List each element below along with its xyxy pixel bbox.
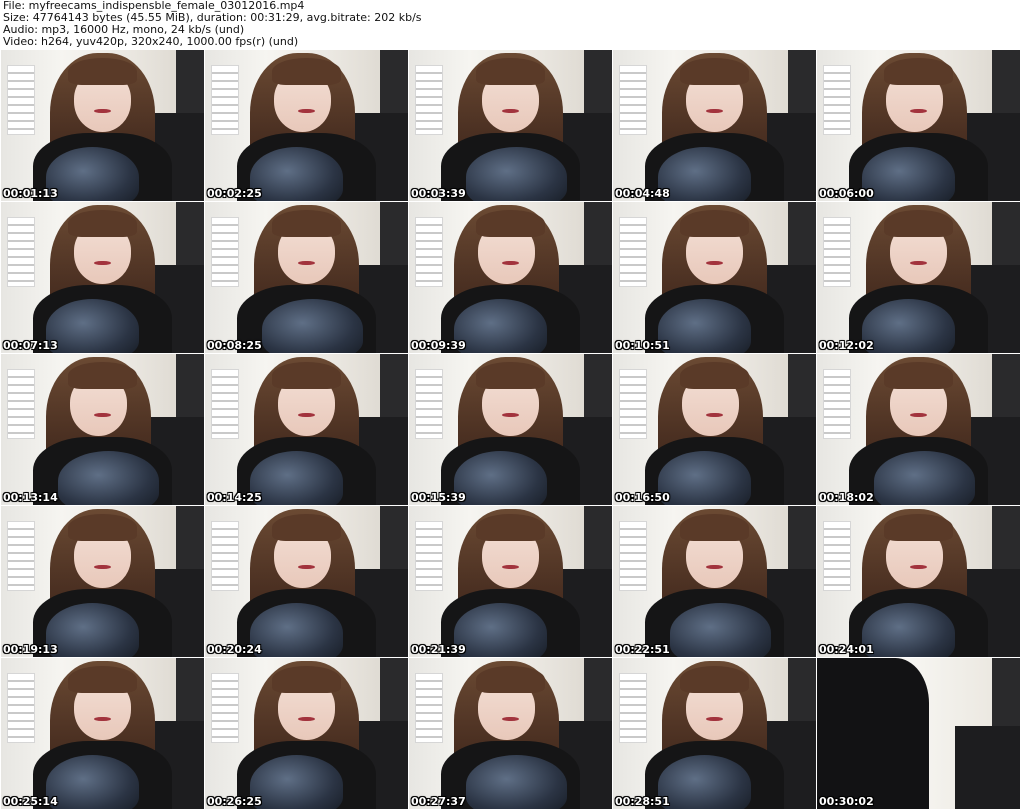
thumbnail-image: [409, 202, 612, 353]
thumbnail-image: [409, 354, 612, 505]
thumbnail-image: [1, 354, 204, 505]
video-thumbnail: 00:09:39: [409, 202, 612, 353]
thumbnail-timestamp: 00:06:00: [819, 187, 874, 200]
thumbnail-image: [817, 50, 1020, 201]
thumbnail-timestamp: 00:01:13: [3, 187, 58, 200]
thumbnail-image: [613, 658, 816, 809]
video-thumbnail: 00:20:24: [205, 506, 408, 657]
video-thumbnail: 00:12:02: [817, 202, 1020, 353]
thumbnail-timestamp: 00:03:39: [411, 187, 466, 200]
thumbnail-timestamp: 00:20:24: [207, 643, 262, 656]
video-thumbnail: 00:01:13: [1, 50, 204, 201]
video-thumbnail: 00:04:48: [613, 50, 816, 201]
thumbnail-grid: 00:01:13 00:02:25 00:03:39 00:04:48 00:06:00…: [1, 50, 1021, 810]
thumbnail-image: [205, 506, 408, 657]
video-thumbnail: 00:25:14: [1, 658, 204, 809]
thumbnail-timestamp: 00:30:02: [819, 795, 874, 808]
thumbnail-timestamp: 00:15:39: [411, 491, 466, 504]
thumbnail-timestamp: 00:22:51: [615, 643, 670, 656]
thumbnail-image: [613, 506, 816, 657]
video-thumbnail: 00:07:13: [1, 202, 204, 353]
thumbnail-image: [613, 354, 816, 505]
thumbnail-image: [205, 50, 408, 201]
video-thumbnail: 00:13:14: [1, 354, 204, 505]
thumbnail-timestamp: 00:16:50: [615, 491, 670, 504]
video-thumbnail: 00:15:39: [409, 354, 612, 505]
thumbnail-image: [817, 354, 1020, 505]
thumbnail-timestamp: 00:26:25: [207, 795, 262, 808]
video-thumbnail: 00:02:25: [205, 50, 408, 201]
video-thumbnail: 00:30:02: [817, 658, 1020, 809]
thumbnail-timestamp: 00:25:14: [3, 795, 58, 808]
thumbnail-timestamp: 00:07:13: [3, 339, 58, 352]
thumbnail-image: [1, 50, 204, 201]
video-thumbnail: 00:06:00: [817, 50, 1020, 201]
thumbnail-timestamp: 00:09:39: [411, 339, 466, 352]
video-thumbnail: 00:26:25: [205, 658, 408, 809]
video-thumbnail: 00:10:51: [613, 202, 816, 353]
thumbnail-timestamp: 00:12:02: [819, 339, 874, 352]
thumbnail-image: [613, 50, 816, 201]
video-thumbnail: 00:14:25: [205, 354, 408, 505]
thumbnail-timestamp: 00:04:48: [615, 187, 670, 200]
thumbnail-image: [817, 506, 1020, 657]
video-thumbnail: 00:22:51: [613, 506, 816, 657]
video-thumbnail: 00:24:01: [817, 506, 1020, 657]
thumbnail-image: [1, 658, 204, 809]
video-thumbnail: 00:03:39: [409, 50, 612, 201]
thumbnail-image: [1, 506, 204, 657]
thumbnail-timestamp: 00:08:25: [207, 339, 262, 352]
video-thumbnail: 00:21:39: [409, 506, 612, 657]
file-info-header: File: myfreecams_indispensble_female_030…: [3, 0, 1021, 50]
thumbnail-image: [205, 354, 408, 505]
thumbnail-image: [1, 202, 204, 353]
thumbnail-timestamp: 00:24:01: [819, 643, 874, 656]
thumbnail-image: [205, 658, 408, 809]
video-thumbnail: 00:27:37: [409, 658, 612, 809]
thumbnail-image: [409, 506, 612, 657]
thumbnail-timestamp: 00:28:51: [615, 795, 670, 808]
thumbnail-image: [205, 202, 408, 353]
thumbnail-timestamp: 00:10:51: [615, 339, 670, 352]
thumbnail-image: [409, 658, 612, 809]
thumbnail-image: [613, 202, 816, 353]
thumbnail-timestamp: 00:13:14: [3, 491, 58, 504]
video-thumbnail: 00:16:50: [613, 354, 816, 505]
video-thumbnail: 00:28:51: [613, 658, 816, 809]
video-thumbnail: 00:19:13: [1, 506, 204, 657]
thumbnail-timestamp: 00:21:39: [411, 643, 466, 656]
thumbnail-image: [817, 202, 1020, 353]
thumbnail-timestamp: 00:02:25: [207, 187, 262, 200]
thumbnail-timestamp: 00:27:37: [411, 795, 466, 808]
video-info-line: Video: h264, yuv420p, 320x240, 1000.00 f…: [3, 35, 299, 48]
thumbnail-image: [409, 50, 612, 201]
thumbnail-timestamp: 00:14:25: [207, 491, 262, 504]
thumbnail-image: [817, 658, 1020, 809]
video-thumbnail: 00:18:02: [817, 354, 1020, 505]
thumbnail-timestamp: 00:19:13: [3, 643, 58, 656]
thumbnail-timestamp: 00:18:02: [819, 491, 874, 504]
video-thumbnail: 00:08:25: [205, 202, 408, 353]
